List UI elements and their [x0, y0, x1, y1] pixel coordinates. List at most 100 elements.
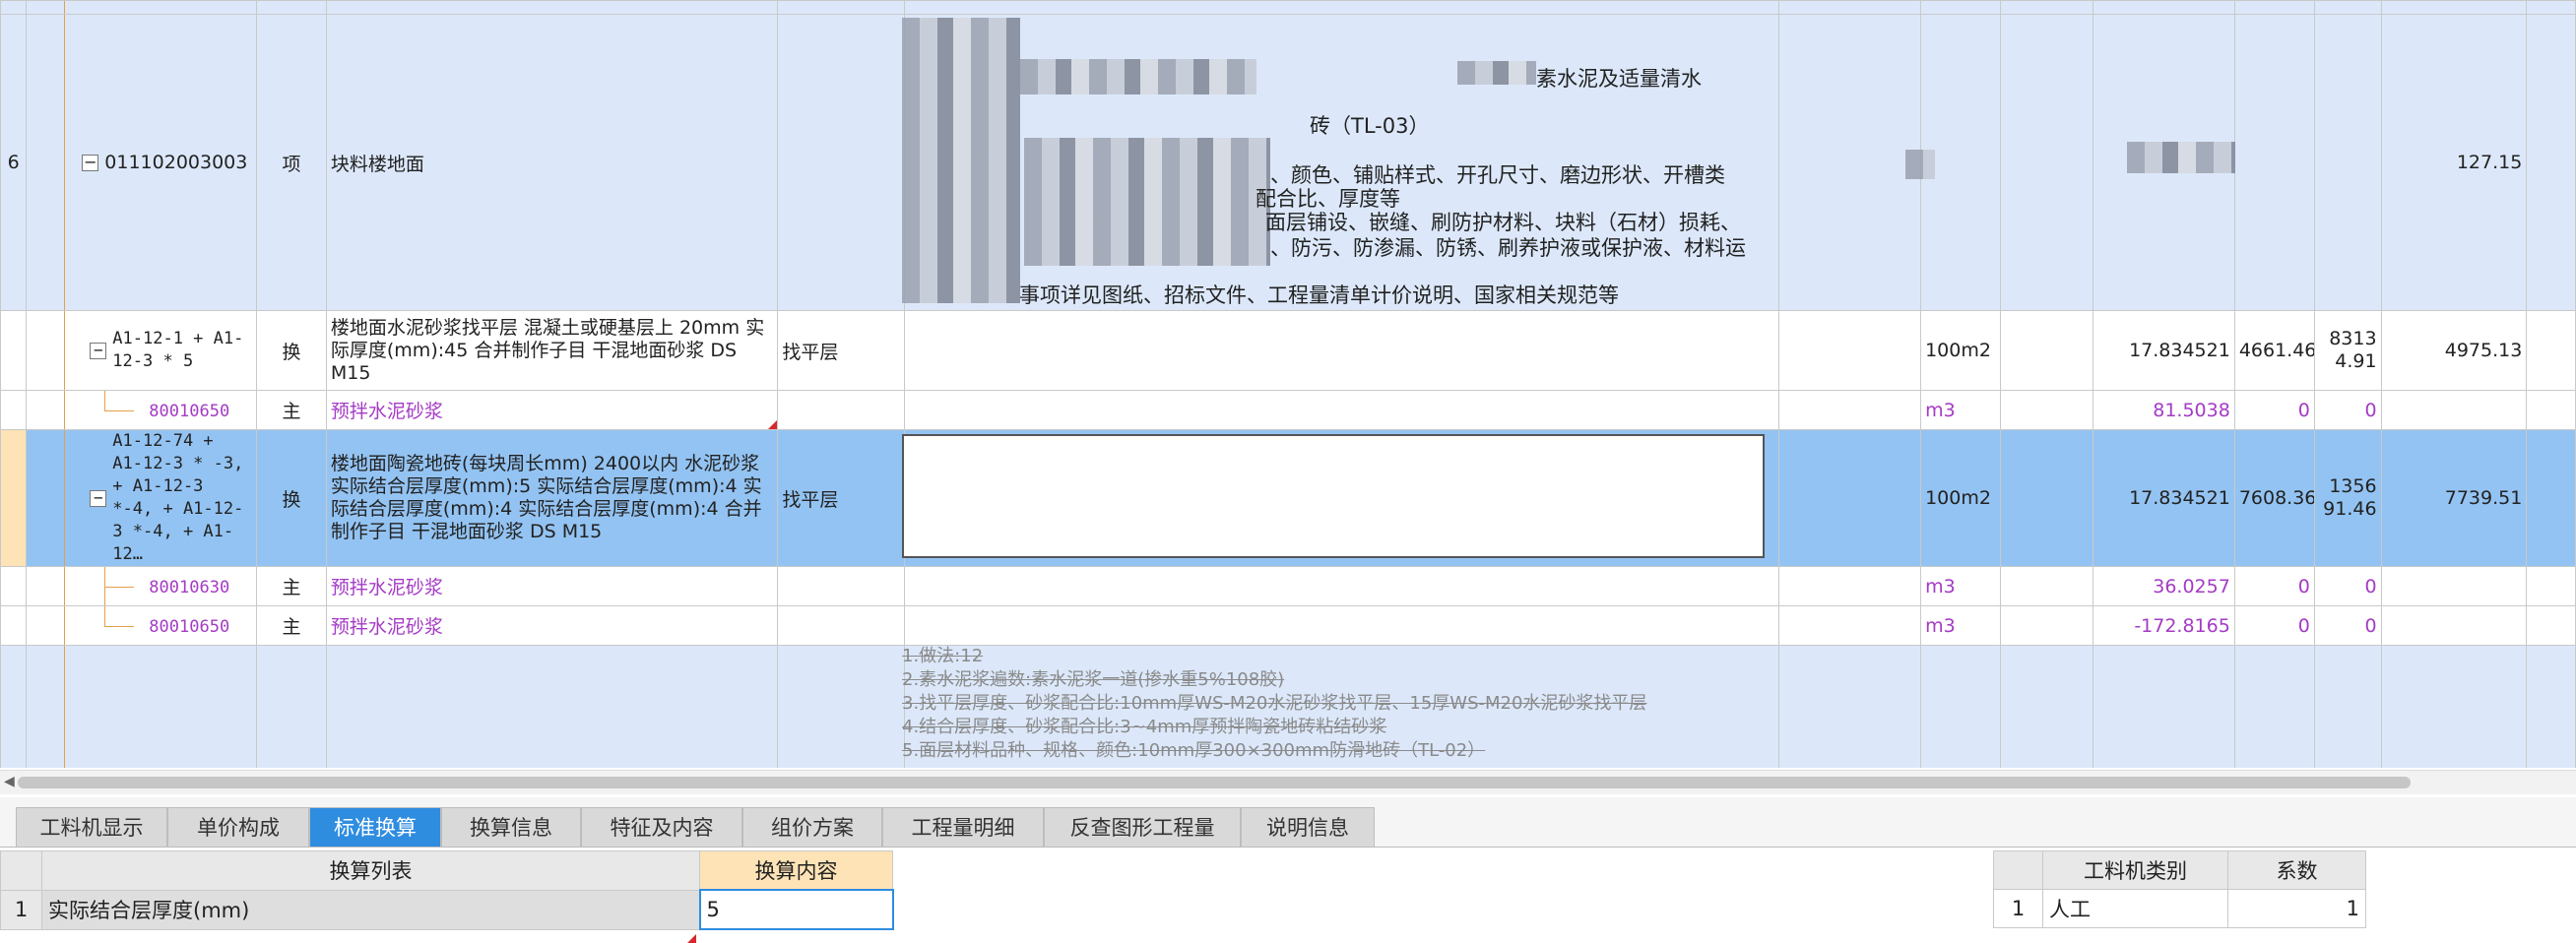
material-name[interactable]: 预拌水泥砂浆 — [325, 566, 779, 606]
feature-text: 素水泥及适量清水 — [1536, 67, 1702, 91]
material-price: 0 — [2233, 605, 2315, 646]
material-qty[interactable]: 81.5038 — [2093, 390, 2235, 430]
row-number: 1 — [0, 889, 42, 930]
tab-standard-conversion[interactable]: 标准换算 — [309, 807, 441, 847]
conversion-panel: 换算列表 换算内容 1 实际结合层厚度(mm) 5 工料机类别 系数 1 人工 … — [0, 849, 2576, 943]
quota-code: A1-12-74 + A1-12-3 * -3, + A1-12-3 *-4, … — [112, 431, 244, 564]
scrollbar-thumb[interactable] — [18, 777, 2411, 788]
quota-type: 换 — [256, 310, 327, 391]
column-header: 工料机类别 — [2042, 850, 2228, 890]
quota-name[interactable]: 楼地面水泥砂浆找平层 混凝土或硬基层上 20mm 实际厚度(mm):45 合并制… — [325, 310, 779, 391]
category-cell: 人工 — [2042, 889, 2228, 928]
struck-feature-line: 1.做法:12 — [902, 646, 984, 666]
material-price: 0 — [2233, 390, 2315, 430]
column-header: 换算列表 — [41, 850, 700, 891]
table-row-material[interactable]: 80010650 主 预拌水泥砂浆 m3 81.5038 0 0 — [0, 390, 2576, 430]
bottom-tab-bar: 工料机显示 单价构成 标准换算 换算信息 特征及内容 组价方案 工程量明细 反查… — [0, 797, 2576, 848]
table-row[interactable]: 1 实际结合层厚度(mm) 5 — [0, 889, 894, 930]
feature-text: 砖（TL-03） — [1310, 114, 1430, 138]
quota-qty[interactable]: 17.834521 — [2093, 429, 2235, 567]
bill-table: 6 −011102003003 项 块料楼地面 127.15 − A1-12-1… — [0, 0, 2576, 768]
material-type: 主 — [256, 390, 327, 430]
quota-qty[interactable]: 17.834521 — [2093, 310, 2235, 391]
conversion-value-input[interactable]: 5 — [698, 889, 894, 930]
item-code: 011102003003 — [104, 152, 248, 173]
struck-feature-line: 5.面层材料品种、规格、颜色:10mm厚300×300mm防滑地砖（TL-02） — [902, 740, 1486, 761]
item-type: 项 — [256, 14, 327, 311]
material-unit: m3 — [1920, 605, 2002, 646]
table-row-material[interactable]: 80010650 主 预拌水泥砂浆 m3 -172.8165 0 0 — [0, 605, 2576, 646]
coefficient-table: 工料机类别 系数 1 人工 1 — [1993, 850, 2366, 928]
factor-cell[interactable]: 1 — [2227, 889, 2366, 928]
redacted-area — [1020, 59, 1256, 94]
tab-labor-material[interactable]: 工料机显示 — [16, 807, 167, 847]
row-number: 6 — [0, 14, 28, 311]
material-type: 主 — [256, 605, 327, 646]
material-qty[interactable]: 36.0257 — [2093, 566, 2235, 606]
feature-edit-box[interactable] — [902, 434, 1765, 558]
material-qty[interactable]: -172.8165 — [2093, 605, 2235, 646]
tab-pricing-plan[interactable]: 组价方案 — [742, 807, 882, 847]
conversion-label: 实际结合层厚度(mm) — [41, 889, 700, 930]
horizontal-scrollbar[interactable]: ◀ — [0, 770, 2576, 794]
quota-spec[interactable]: 找平层 — [777, 310, 905, 391]
collapse-icon[interactable]: − — [82, 155, 99, 171]
tab-description[interactable]: 说明信息 — [1241, 807, 1375, 847]
material-code: 80010630 — [149, 577, 230, 597]
material-name: 预拌水泥砂浆 — [330, 401, 443, 422]
quota-total: 135691.46 — [2313, 429, 2382, 567]
table-row[interactable]: 1 人工 1 — [1993, 889, 2366, 928]
column-header: 换算内容 — [699, 850, 893, 891]
material-total: 0 — [2313, 390, 2382, 430]
feature-text: 、防污、防渗漏、防锈、刷养护液或保护液、材料运 — [1270, 236, 1746, 260]
table-row-material[interactable]: 80010630 主 预拌水泥砂浆 m3 36.0257 0 0 — [0, 566, 2576, 606]
quota-unit: 100m2 — [1920, 310, 2002, 391]
collapse-icon[interactable]: − — [90, 342, 107, 359]
quota-total: 83134.91 — [2313, 310, 2382, 391]
item-spec[interactable] — [777, 14, 905, 311]
material-code: 80010650 — [149, 616, 230, 637]
struck-feature-line: 4.结合层厚度、砂浆配合比:3~4mm厚预拌陶瓷地砖粘结砂浆 — [902, 717, 1387, 737]
scroll-left-icon[interactable]: ◀ — [4, 774, 15, 789]
quota-code-cell[interactable]: − A1-12-74 + A1-12-3 * -3, + A1-12-3 *-4… — [26, 429, 258, 567]
table-row-partial[interactable] — [0, 0, 2576, 15]
quota-price: 4661.46 — [2233, 310, 2315, 391]
material-name[interactable]: 预拌水泥砂浆 — [325, 605, 779, 646]
feature-text: 事项详见图纸、招标文件、工程量清单计价说明、国家相关规范等 — [1019, 283, 1619, 307]
struck-feature-line: 3.找平层厚度、砂浆配合比:10mm厚WS-M20水泥砂浆找平层、15厚WS-M… — [902, 693, 1647, 714]
bill-grid: 6 −011102003003 项 块料楼地面 127.15 − A1-12-1… — [0, 0, 2576, 768]
quota-name[interactable]: 楼地面陶瓷地砖(每块周长mm) 2400以内 水泥砂浆 实际结合层厚度(mm):… — [325, 429, 779, 567]
redacted-area — [1457, 61, 1536, 85]
struck-feature-line: 2.素水泥浆遍数:素水泥浆一道(掺水重5%108胶) — [902, 669, 1285, 690]
conversion-table: 换算列表 换算内容 1 实际结合层厚度(mm) 5 — [0, 850, 894, 930]
item-code-cell[interactable]: −011102003003 — [26, 14, 258, 311]
redacted-area — [1024, 138, 1270, 266]
quota-amount: 7739.51 — [2380, 429, 2528, 567]
comment-marker — [687, 934, 696, 943]
quota-amount: 4975.13 — [2380, 310, 2528, 391]
material-unit: m3 — [1920, 566, 2002, 606]
quota-type: 换 — [256, 429, 327, 567]
blurred-cell — [1778, 14, 1922, 311]
material-total: 0 — [2313, 605, 2382, 646]
item-amount: 127.15 — [2380, 14, 2528, 311]
tab-unit-price[interactable]: 单价构成 — [167, 807, 309, 847]
tab-reverse-check[interactable]: 反查图形工程量 — [1044, 807, 1241, 847]
material-total: 0 — [2313, 566, 2382, 606]
row-number: 1 — [1993, 889, 2043, 928]
quota-unit: 100m2 — [1920, 429, 2002, 567]
material-code: 80010650 — [149, 401, 230, 421]
material-type: 主 — [256, 566, 327, 606]
quota-spec[interactable]: 找平层 — [777, 429, 905, 567]
item-name[interactable]: 块料楼地面 — [325, 14, 779, 311]
tab-quantity-detail[interactable]: 工程量明细 — [882, 807, 1044, 847]
quota-code-cell[interactable]: − A1-12-1 + A1-12-3 * 5 — [26, 310, 258, 391]
redacted-area — [2127, 142, 2235, 173]
material-unit: m3 — [1920, 390, 2002, 430]
table-row-quota[interactable]: − A1-12-1 + A1-12-3 * 5 换 楼地面水泥砂浆找平层 混凝土… — [0, 310, 2576, 391]
tab-features-content[interactable]: 特征及内容 — [581, 807, 742, 847]
redacted-area — [1905, 150, 1935, 179]
tab-conversion-info[interactable]: 换算信息 — [441, 807, 581, 847]
collapse-icon[interactable]: − — [90, 489, 107, 507]
quota-price: 7608.36 — [2233, 429, 2315, 567]
